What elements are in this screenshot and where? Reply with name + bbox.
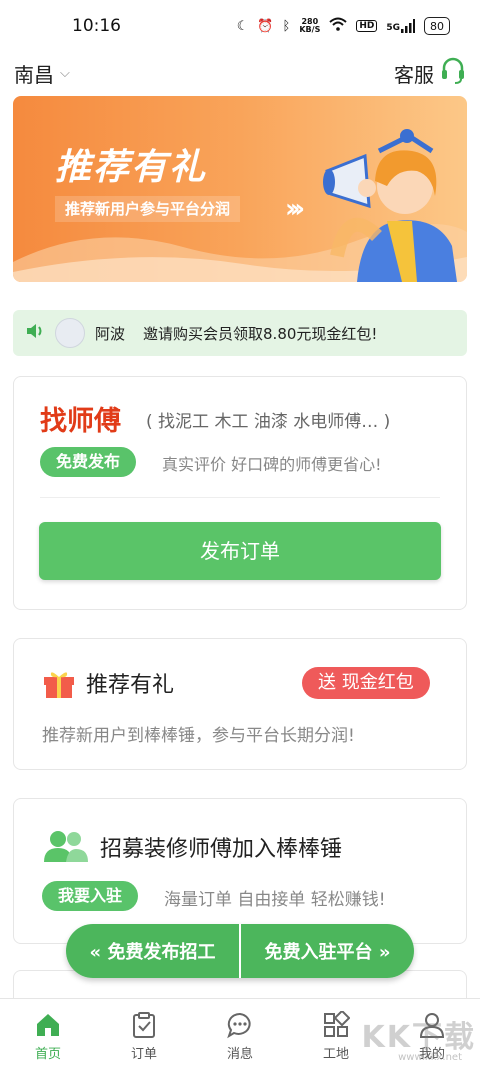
referral-card[interactable]: 推荐有礼 送 现金红包 推荐新用户到棒棒锤，参与平台长期分润!: [13, 638, 467, 770]
banner-arrows: ›››: [285, 194, 305, 224]
wifi-icon: [329, 17, 347, 35]
recruit-desc: 海量订单 自由接单 轻松赚钱!: [164, 890, 386, 910]
floating-action-bar: « 免费发布招工 免费入驻平台 »: [66, 924, 414, 978]
join-tag[interactable]: 我要入驻: [42, 881, 139, 911]
tab-home-label: 首页: [34, 1047, 61, 1062]
status-bar: 10:16 ☾ ⏰ ᛒ 280 KB/S HD 5G 80: [0, 0, 480, 52]
find-master-card: 找师傅 ( 找泥工 木工 油漆 水电师傅… ) 免费发布 真实评价 好口碑的师傅…: [13, 376, 467, 610]
find-master-hint: ( 找泥工 木工 油漆 水电师傅… ): [146, 412, 391, 432]
join-platform-button[interactable]: 免费入驻平台 »: [239, 924, 414, 978]
signal-label: 5G: [386, 23, 400, 33]
order-icon: [133, 1012, 155, 1038]
watermark-url: www.kkx.net: [398, 1052, 462, 1063]
status-icons: ☾ ⏰ ᛒ 280 KB/S HD 5G 80: [237, 17, 450, 35]
service-label: 客服: [394, 62, 434, 87]
gift-icon: [44, 672, 74, 698]
watermark: KK下载: [361, 1020, 476, 1055]
home-icon: [37, 1014, 59, 1036]
users-icon: [44, 831, 88, 862]
avatar: [55, 318, 85, 348]
battery-indicator: 80: [424, 17, 450, 35]
tab-site-label: 工地: [322, 1047, 349, 1062]
post-recruitment-button[interactable]: « 免费发布招工: [66, 924, 239, 978]
top-bar: 南昌 ⌵ 客服: [0, 52, 480, 94]
recruit-card[interactable]: 招募装修师傅加入棒棒锤 我要入驻 海量订单 自由接单 轻松赚钱!: [13, 798, 467, 944]
net-speed-unit: KB/S: [299, 25, 321, 34]
speaker-icon: [25, 321, 45, 345]
hd-icon: HD: [356, 20, 378, 32]
referral-title: 推荐有礼: [86, 673, 175, 698]
headset-icon: [440, 57, 466, 90]
tab-orders[interactable]: 订单: [96, 999, 192, 1072]
home-page: 推荐有礼 推荐新用户参与平台分润 ››› 阿波 邀请购买会员领取8.80元现金红…: [0, 94, 480, 998]
free-publish-tag: 免费发布: [40, 447, 137, 477]
signal-icon: 5G: [386, 19, 415, 33]
megaphone-girl-illustration: [323, 129, 457, 282]
site-icon: [324, 1011, 350, 1037]
divider: [40, 497, 440, 498]
alarm-icon: ⏰: [257, 18, 274, 34]
city-selector[interactable]: 南昌 ⌵: [14, 59, 70, 88]
chevron-down-icon: ⌵: [60, 65, 70, 81]
referral-desc: 推荐新用户到棒棒锤，参与平台长期分润!: [42, 726, 355, 746]
customer-service-button[interactable]: 客服: [394, 57, 466, 90]
net-speed: 280 KB/S: [299, 18, 320, 34]
banner-subtitle: 推荐新用户参与平台分润: [55, 196, 241, 222]
find-master-title: 找师傅: [40, 406, 121, 437]
tab-home[interactable]: 首页: [0, 999, 96, 1072]
cash-redpacket-badge: 送 现金红包: [302, 667, 430, 699]
recruit-title: 招募装修师傅加入棒棒锤: [100, 837, 343, 862]
find-master-desc: 真实评价 好口碑的师傅更省心!: [162, 455, 382, 474]
notice-bar[interactable]: 阿波 邀请购买会员领取8.80元现金红包!: [13, 310, 467, 356]
banner-title: 推荐有礼: [55, 147, 208, 188]
bluetooth-icon: ᛒ: [282, 18, 291, 34]
tab-messages[interactable]: 消息: [192, 999, 288, 1072]
city-name: 南昌: [14, 62, 54, 87]
tab-orders-label: 订单: [130, 1047, 157, 1062]
publish-order-button[interactable]: 发布订单: [39, 522, 441, 580]
notice-text: 邀请购买会员领取8.80元现金红包!: [143, 324, 378, 343]
message-icon: [227, 1012, 251, 1039]
moon-icon: ☾: [236, 18, 249, 34]
tab-messages-label: 消息: [226, 1047, 253, 1062]
notice-user: 阿波: [95, 324, 126, 343]
referral-banner[interactable]: 推荐有礼 推荐新用户参与平台分润 ›››: [13, 96, 467, 282]
status-time: 10:16: [72, 16, 121, 36]
